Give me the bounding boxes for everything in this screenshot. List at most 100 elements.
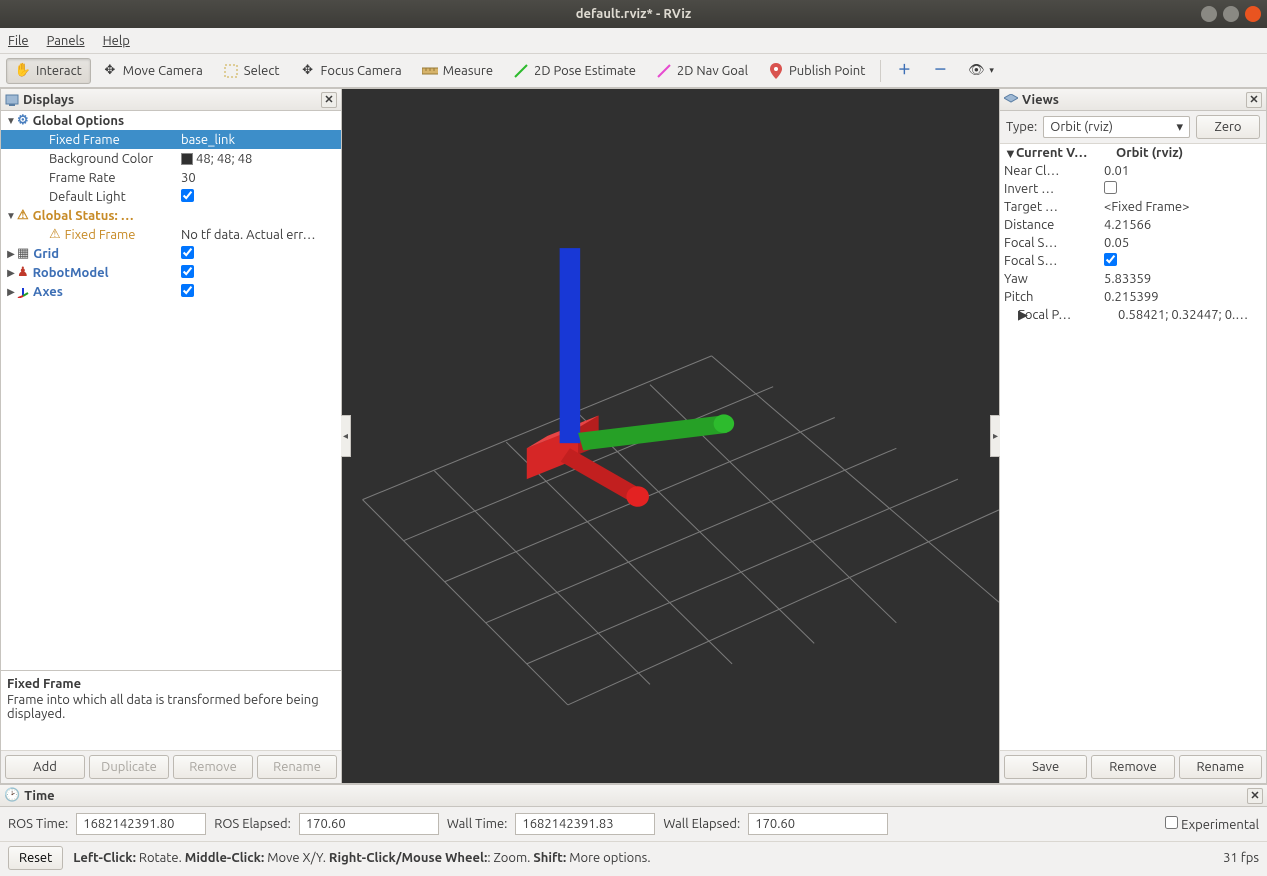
menu-panels[interactable]: Panels <box>47 34 85 48</box>
view-yaw[interactable]: Yaw5.83359 <box>1000 270 1266 288</box>
view-near-clip[interactable]: Near Cl…0.01 <box>1000 162 1266 180</box>
view-invert[interactable]: Invert … <box>1000 180 1266 198</box>
view-focal-fixed[interactable]: Focal S… <box>1000 252 1266 270</box>
plus-icon: ＋ <box>896 63 912 79</box>
wall-elapsed-field[interactable]: 170.60 <box>748 813 888 835</box>
experimental-checkbox-label[interactable]: Experimental <box>1165 816 1259 832</box>
views-type-label: Type: <box>1006 120 1037 134</box>
status-hint: Left-Click: Rotate. Middle-Click: Move X… <box>73 851 650 865</box>
description-body: Frame into which all data is transformed… <box>7 693 335 721</box>
tool-interact[interactable]: ✋ Interact <box>6 58 91 84</box>
window-maximize-icon[interactable] <box>1223 6 1239 22</box>
views-save-button[interactable]: Save <box>1004 755 1087 779</box>
tool-select[interactable]: Select <box>214 58 289 84</box>
wall-elapsed-label: Wall Elapsed: <box>663 817 740 831</box>
warning-icon: ⚠ <box>49 227 61 242</box>
grid-icon: ▦ <box>17 246 29 261</box>
tool-measure[interactable]: Measure <box>413 58 502 84</box>
views-rename-button[interactable]: Rename <box>1179 755 1262 779</box>
invert-checkbox[interactable] <box>1104 181 1117 194</box>
time-close-button[interactable]: ✕ <box>1247 788 1263 804</box>
warning-icon: ⚠ <box>17 208 29 223</box>
tree-grid[interactable]: ▶ ▦Grid <box>1 244 341 263</box>
views-tree[interactable]: ▼ Current V… Orbit (rviz) Near Cl…0.01 I… <box>1000 144 1266 750</box>
statusbar: Reset Left-Click: Rotate. Middle-Click: … <box>0 841 1267 876</box>
arrow-pink-icon <box>656 63 672 79</box>
views-title: Views <box>1022 93 1059 107</box>
axes-checkbox[interactable] <box>181 284 194 297</box>
move-icon: ✥ <box>102 63 118 79</box>
grid-checkbox[interactable] <box>181 246 194 259</box>
view-focal-point[interactable]: ▶Focal P…0.58421; 0.32447; 0.… <box>1000 306 1266 324</box>
view-target[interactable]: Target …<Fixed Frame> <box>1000 198 1266 216</box>
tree-frame-rate[interactable]: Frame Rate 30 <box>1 168 341 187</box>
tree-background-color[interactable]: Background Color 48; 48; 48 <box>1 149 341 168</box>
tree-axes[interactable]: ▶ Axes <box>1 282 341 301</box>
tool-move-camera[interactable]: ✥ Move Camera <box>93 58 212 84</box>
window-title: default.rviz* - RViz <box>0 7 1267 21</box>
tree-default-light[interactable]: Default Light <box>1 187 341 206</box>
wall-time-field[interactable]: 1682142391.83 <box>515 813 655 835</box>
rename-button[interactable]: Rename <box>257 755 337 779</box>
window-close-icon[interactable] <box>1245 6 1261 22</box>
views-type-combo[interactable]: Orbit (rviz)▾ <box>1043 116 1190 138</box>
tree-global-status[interactable]: ▼ ⚠Global Status: … <box>1 206 341 225</box>
remove-button[interactable]: Remove <box>173 755 253 779</box>
menubar: File Panels Help <box>0 28 1267 54</box>
wall-time-label: Wall Time: <box>447 817 508 831</box>
select-icon <box>223 63 239 79</box>
tool-publish-point[interactable]: Publish Point <box>759 58 874 84</box>
tool-visibility[interactable]: 👁▾ <box>959 58 1003 84</box>
ruler-icon <box>422 63 438 79</box>
eye-icon: 👁 <box>968 63 984 79</box>
focal-fixed-checkbox[interactable] <box>1104 253 1117 266</box>
tree-status-fixed-frame[interactable]: ⚠Fixed Frame No tf data. Actual err… <box>1 225 341 244</box>
tool-2d-nav-goal[interactable]: 2D Nav Goal <box>647 58 757 84</box>
tool-2d-pose-estimate[interactable]: 2D Pose Estimate <box>504 58 645 84</box>
view-current[interactable]: ▼ Current V… Orbit (rviz) <box>1000 144 1266 162</box>
displays-icon <box>5 93 19 107</box>
window-minimize-icon[interactable] <box>1201 6 1217 22</box>
menu-help[interactable]: Help <box>103 34 130 48</box>
tool-remove[interactable]: － <box>923 58 957 84</box>
ros-elapsed-field[interactable]: 170.60 <box>299 813 439 835</box>
scene-render <box>342 89 999 797</box>
minus-icon: － <box>932 63 948 79</box>
time-title: Time <box>24 789 54 803</box>
views-close-button[interactable]: ✕ <box>1246 92 1262 108</box>
add-button[interactable]: Add <box>5 755 85 779</box>
zero-button[interactable]: Zero <box>1196 115 1260 139</box>
experimental-checkbox[interactable] <box>1165 816 1178 829</box>
reset-button[interactable]: Reset <box>8 846 63 870</box>
views-icon <box>1004 94 1018 106</box>
ros-time-label: ROS Time: <box>8 817 68 831</box>
displays-tree[interactable]: ▼ ⚙Global Options Fixed Frame base_link … <box>1 111 341 670</box>
ros-elapsed-label: ROS Elapsed: <box>214 817 291 831</box>
view-distance[interactable]: Distance4.21566 <box>1000 216 1266 234</box>
axes-icon <box>17 286 29 298</box>
crosshair-icon: ✥ <box>300 63 316 79</box>
displays-close-button[interactable]: ✕ <box>321 92 337 108</box>
views-remove-button[interactable]: Remove <box>1091 755 1174 779</box>
tree-global-options[interactable]: ▼ ⚙Global Options <box>1 111 341 130</box>
robot-icon: ♟ <box>17 265 29 280</box>
robotmodel-checkbox[interactable] <box>181 265 194 278</box>
description-title: Fixed Frame <box>7 677 335 691</box>
tool-focus-camera[interactable]: ✥ Focus Camera <box>291 58 411 84</box>
3d-viewport[interactable]: ◂ ▸ <box>342 88 999 784</box>
ros-time-field[interactable]: 1682142391.80 <box>76 813 206 835</box>
window-titlebar: default.rviz* - RViz <box>0 0 1267 28</box>
gear-icon: ⚙ <box>17 113 29 128</box>
duplicate-button[interactable]: Duplicate <box>89 755 169 779</box>
menu-file[interactable]: File <box>8 34 29 48</box>
tree-fixed-frame[interactable]: Fixed Frame base_link <box>1 130 341 149</box>
default-light-checkbox[interactable] <box>181 189 194 202</box>
view-pitch[interactable]: Pitch0.215399 <box>1000 288 1266 306</box>
tool-add[interactable]: ＋ <box>887 58 921 84</box>
color-swatch <box>181 153 193 165</box>
toolbar: ✋ Interact ✥ Move Camera Select ✥ Focus … <box>0 54 1267 88</box>
axes <box>560 248 735 507</box>
displays-title: Displays <box>23 93 74 107</box>
view-focal-size[interactable]: Focal S…0.05 <box>1000 234 1266 252</box>
tree-robotmodel[interactable]: ▶ ♟RobotModel <box>1 263 341 282</box>
